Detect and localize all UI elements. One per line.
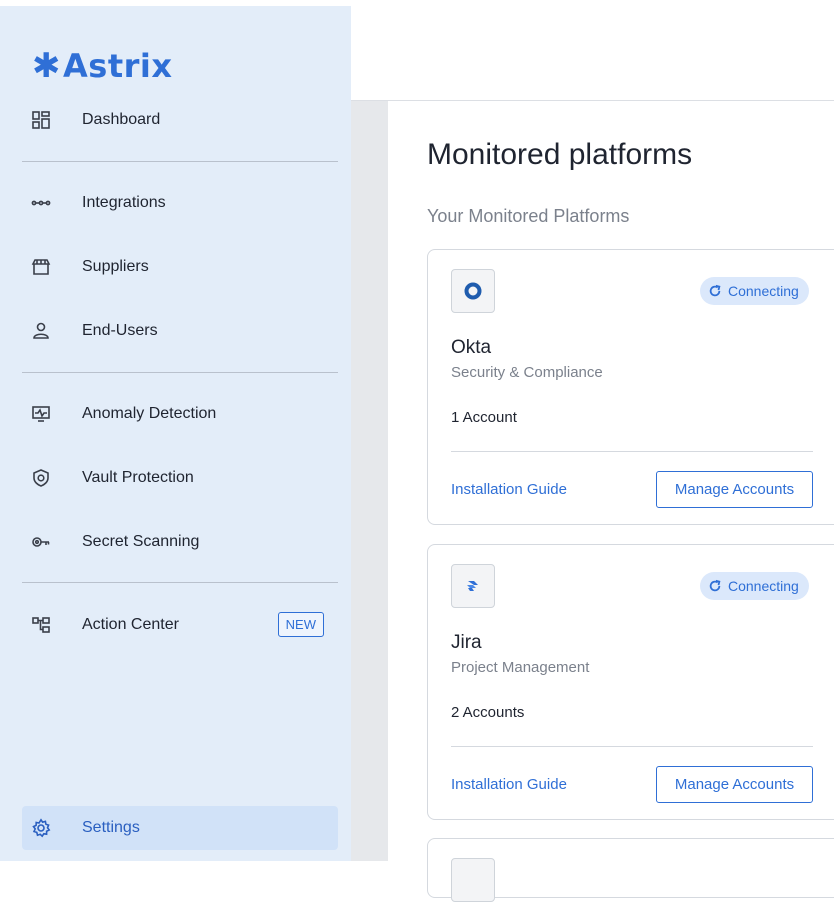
installation-guide-link[interactable]: Installation Guide [451,481,567,498]
platform-card-jira: Connecting Jira Project Management 2 Acc… [427,544,834,820]
installation-guide-link[interactable]: Installation Guide [451,776,567,793]
pulse-monitor-icon [30,403,52,425]
shield-icon [30,467,52,489]
card-divider [451,746,813,747]
jira-logo [451,564,495,608]
manage-accounts-button[interactable]: Manage Accounts [656,471,813,508]
sidebar-item-vault-protection[interactable]: Vault Protection [22,456,338,500]
card-divider [451,451,813,452]
flow-diagram-icon [30,614,52,636]
platform-name: Jira [451,632,482,653]
new-badge: NEW [277,612,324,637]
status-badge: Connecting [700,572,809,600]
sidebar-item-suppliers[interactable]: Suppliers [22,245,338,289]
asterisk-icon: ✱ [32,46,61,86]
account-count: 2 Accounts [451,704,525,721]
section-title: Your Monitored Platforms [427,206,630,226]
status-badge: Connecting [700,277,809,305]
sidebar-divider [22,372,338,373]
sidebar-item-secret-scanning[interactable]: Secret Scanning [22,520,338,564]
sidebar-item-label: Suppliers [82,258,149,275]
sidebar-divider [22,582,338,583]
sidebar-item-integrations[interactable]: Integrations [22,181,338,225]
brand-logo[interactable]: ✱ Astrix [32,44,173,88]
sidebar-item-label: Action Center [82,616,179,633]
dashboard-grid-icon [30,109,52,131]
sidebar-item-dashboard[interactable]: Dashboard [22,98,338,142]
sidebar-item-label: Dashboard [82,111,161,128]
brand-name: Astrix [63,47,173,85]
manage-accounts-button[interactable]: Manage Accounts [656,766,813,803]
platform-card-partial [427,838,834,902]
sidebar-item-anomaly-detection[interactable]: Anomaly Detection [22,392,338,436]
jira-logo-icon [467,581,478,591]
sidebar-item-label: Integrations [82,194,166,211]
store-icon [30,256,52,278]
gear-icon [30,817,52,839]
top-bar [351,6,834,101]
sidebar-item-label: Secret Scanning [82,533,200,550]
status-label: Connecting [728,283,799,299]
integrations-dots-icon [30,192,52,214]
refresh-icon [709,284,721,297]
platform-card-okta: Connecting Okta Security & Compliance 1 … [427,249,834,525]
sidebar-item-label: Settings [82,819,140,836]
content-gutter [351,101,388,861]
sidebar-item-end-users[interactable]: End-Users [22,309,338,353]
key-icon [30,531,52,553]
sidebar-item-action-center[interactable]: Action Center NEW [22,603,338,647]
sidebar-item-label: Anomaly Detection [82,405,217,422]
sidebar: ✱ Astrix Dashboard Integrations Supplier… [0,6,351,861]
status-label: Connecting [728,578,799,594]
platform-category: Project Management [451,659,590,676]
platform-category: Security & Compliance [451,364,603,381]
account-count: 1 Account [451,409,517,426]
user-icon [30,320,52,342]
platform-name: Okta [451,337,492,358]
okta-logo-icon [464,282,482,300]
sidebar-item-settings[interactable]: Settings [22,806,338,850]
refresh-icon [709,579,721,592]
sidebar-item-label: Vault Protection [82,469,194,486]
page-title: Monitored platforms [427,138,693,171]
sidebar-item-label: End-Users [82,322,158,339]
okta-logo [451,269,495,313]
sidebar-divider [22,161,338,162]
platform-logo-partial [451,858,495,902]
